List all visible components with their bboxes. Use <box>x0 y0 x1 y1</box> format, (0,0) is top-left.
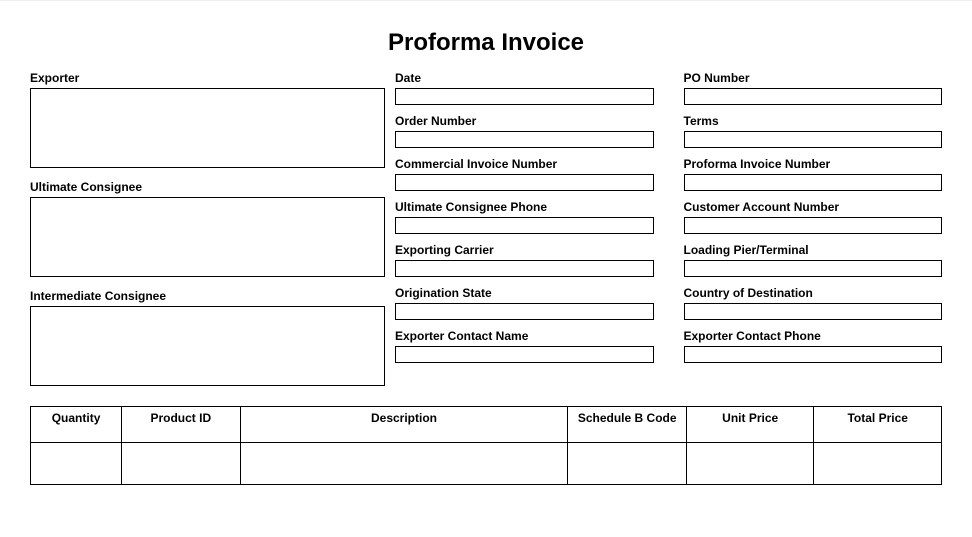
country-of-destination-input[interactable] <box>684 303 943 320</box>
ultimate-consignee-phone-field-group: Ultimate Consignee Phone <box>395 200 654 234</box>
cell-schedule-b[interactable] <box>568 443 686 485</box>
col-header-quantity: Quantity <box>31 407 122 443</box>
loading-pier-terminal-field-group: Loading Pier/Terminal <box>684 243 943 277</box>
po-number-label: PO Number <box>684 71 943 85</box>
exporter-contact-name-field-group: Exporter Contact Name <box>395 329 654 363</box>
order-number-input[interactable] <box>395 131 654 148</box>
cell-description[interactable] <box>240 443 568 485</box>
commercial-invoice-number-label: Commercial Invoice Number <box>395 157 654 171</box>
origination-state-field-group: Origination State <box>395 286 654 320</box>
commercial-invoice-number-input[interactable] <box>395 174 654 191</box>
loading-pier-terminal-input[interactable] <box>684 260 943 277</box>
po-number-field-group: PO Number <box>684 71 943 105</box>
exporting-carrier-input[interactable] <box>395 260 654 277</box>
invoice-page: Proforma Invoice Exporter Ultimate Consi… <box>0 0 972 537</box>
po-number-input[interactable] <box>684 88 943 105</box>
items-table: Quantity Product ID Description Schedule… <box>30 406 942 485</box>
table-row <box>31 443 942 485</box>
exporting-carrier-label: Exporting Carrier <box>395 243 654 257</box>
intermediate-consignee-box[interactable] <box>30 306 385 386</box>
terms-label: Terms <box>684 114 943 128</box>
ultimate-consignee-label: Ultimate Consignee <box>30 180 355 194</box>
terms-input[interactable] <box>684 131 943 148</box>
date-input[interactable] <box>395 88 654 105</box>
date-field-group: Date <box>395 71 654 105</box>
cell-quantity[interactable] <box>31 443 122 485</box>
items-header-row: Quantity Product ID Description Schedule… <box>31 407 942 443</box>
exporter-box[interactable] <box>30 88 385 168</box>
terms-field-group: Terms <box>684 114 943 148</box>
right-columns: Date Order Number Commercial Invoice Num… <box>395 71 942 398</box>
exporter-contact-phone-field-group: Exporter Contact Phone <box>684 329 943 363</box>
items-table-wrap: Quantity Product ID Description Schedule… <box>0 406 972 485</box>
far-right-column: PO Number Terms Proforma Invoice Number … <box>684 71 943 398</box>
customer-account-number-label: Customer Account Number <box>684 200 943 214</box>
exporter-label: Exporter <box>30 71 355 85</box>
exporter-contact-phone-label: Exporter Contact Phone <box>684 329 943 343</box>
order-number-field-group: Order Number <box>395 114 654 148</box>
cell-product-id[interactable] <box>122 443 240 485</box>
customer-account-number-field-group: Customer Account Number <box>684 200 943 234</box>
customer-account-number-input[interactable] <box>684 217 943 234</box>
top-section: Exporter Ultimate Consignee Intermediate… <box>0 71 972 398</box>
proforma-invoice-number-label: Proforma Invoice Number <box>684 157 943 171</box>
country-of-destination-label: Country of Destination <box>684 286 943 300</box>
col-header-schedule-b: Schedule B Code <box>568 407 686 443</box>
intermediate-consignee-label: Intermediate Consignee <box>30 289 355 303</box>
page-title: Proforma Invoice <box>0 29 972 57</box>
ultimate-consignee-phone-label: Ultimate Consignee Phone <box>395 200 654 214</box>
col-header-unit-price: Unit Price <box>686 407 814 443</box>
col-header-description: Description <box>240 407 568 443</box>
origination-state-input[interactable] <box>395 303 654 320</box>
middle-column: Date Order Number Commercial Invoice Num… <box>395 71 654 398</box>
proforma-invoice-number-field-group: Proforma Invoice Number <box>684 157 943 191</box>
commercial-invoice-number-field-group: Commercial Invoice Number <box>395 157 654 191</box>
country-of-destination-field-group: Country of Destination <box>684 286 943 320</box>
exporter-contact-name-input[interactable] <box>395 346 654 363</box>
col-header-total-price: Total Price <box>814 407 942 443</box>
order-number-label: Order Number <box>395 114 654 128</box>
exporter-contact-phone-input[interactable] <box>684 346 943 363</box>
col-header-product-id: Product ID <box>122 407 240 443</box>
ultimate-consignee-box[interactable] <box>30 197 385 277</box>
exporting-carrier-field-group: Exporting Carrier <box>395 243 654 277</box>
cell-unit-price[interactable] <box>686 443 814 485</box>
loading-pier-terminal-label: Loading Pier/Terminal <box>684 243 943 257</box>
cell-total-price[interactable] <box>814 443 942 485</box>
proforma-invoice-number-input[interactable] <box>684 174 943 191</box>
ultimate-consignee-phone-input[interactable] <box>395 217 654 234</box>
origination-state-label: Origination State <box>395 286 654 300</box>
exporter-contact-name-label: Exporter Contact Name <box>395 329 654 343</box>
left-column: Exporter Ultimate Consignee Intermediate… <box>30 71 395 398</box>
date-label: Date <box>395 71 654 85</box>
